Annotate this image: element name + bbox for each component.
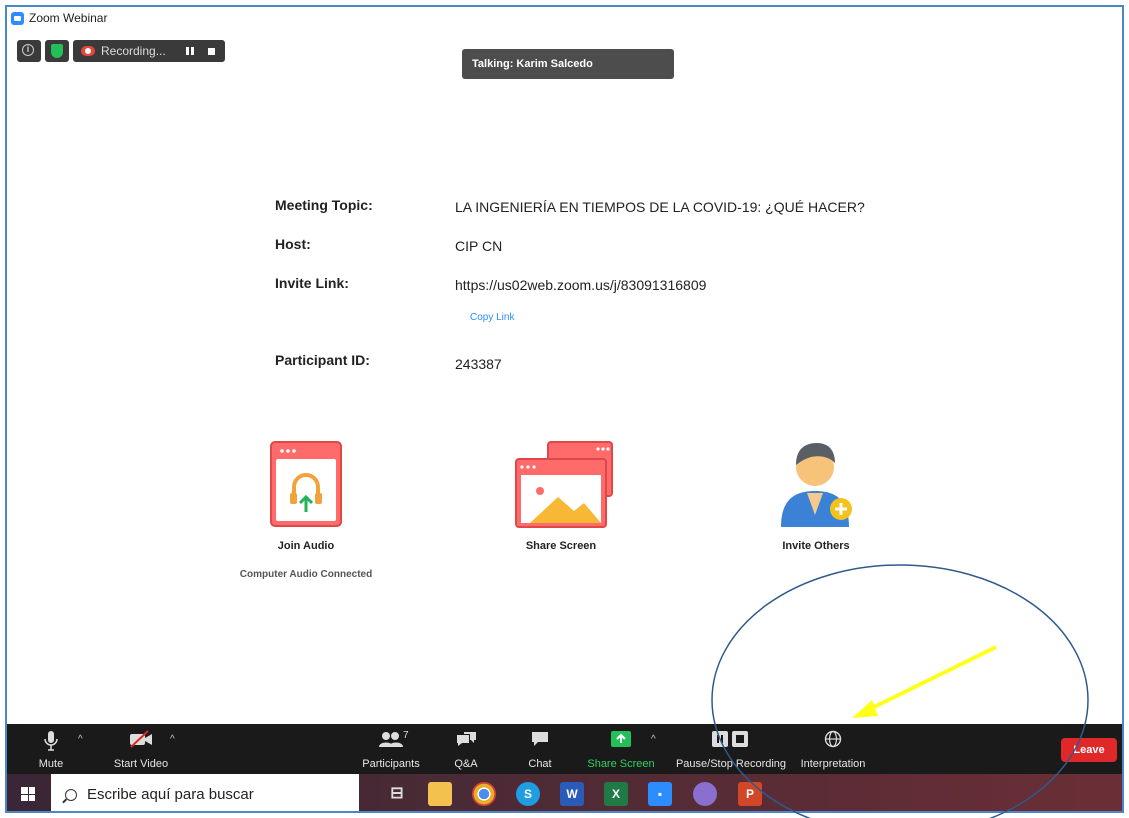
share-screen-label: Share Screen — [525, 540, 597, 552]
cloud-recording-icon — [81, 46, 95, 56]
participant-id-value: 243387 — [455, 356, 502, 372]
meeting-topic-label: Meeting Topic: — [275, 197, 373, 213]
video-options-caret-icon[interactable]: ^ — [170, 734, 175, 745]
video-off-icon — [130, 730, 152, 748]
chat-button[interactable]: Chat — [515, 724, 565, 774]
pause-stop-recording-label: Pause/Stop Recording — [675, 758, 787, 770]
pause-recording-icon[interactable] — [186, 47, 194, 55]
participants-label: Participants — [362, 758, 420, 770]
qa-label: Q&A — [454, 758, 478, 770]
window-title: Zoom Webinar — [29, 11, 108, 25]
snipping-tool-icon[interactable] — [693, 782, 717, 806]
host-label: Host: — [275, 236, 311, 252]
qa-icon — [457, 732, 476, 746]
share-screen-action[interactable] — [514, 441, 614, 529]
excel-icon[interactable]: X — [604, 782, 628, 806]
chat-label: Chat — [528, 758, 552, 770]
pause-stop-recording-icon — [712, 731, 748, 747]
file-explorer-icon[interactable] — [428, 782, 452, 806]
invite-others-label: Invite Others — [782, 540, 850, 552]
invite-others-button[interactable] — [775, 437, 861, 529]
zoom-window: Zoom Webinar i Recording... Talking: Kar… — [5, 5, 1124, 813]
invite-link-value: https://us02web.zoom.us/j/83091316809 — [455, 277, 707, 293]
skype-icon[interactable]: S — [516, 782, 540, 806]
interpretation-button[interactable]: Interpretation — [795, 724, 871, 774]
globe-icon — [824, 730, 842, 748]
join-audio-icon — [270, 441, 342, 527]
microphone-icon — [44, 731, 58, 751]
start-button[interactable] — [7, 774, 51, 811]
participants-button[interactable]: 7 Participants — [353, 724, 429, 774]
search-icon — [65, 788, 77, 801]
mute-button[interactable]: Mute — [23, 724, 79, 774]
zoom-taskbar-icon[interactable]: ▪ — [648, 782, 672, 806]
qa-button[interactable]: Q&A — [441, 724, 491, 774]
chrome-icon[interactable] — [472, 782, 496, 806]
participants-icon — [379, 732, 403, 747]
search-placeholder: Escribe aquí para buscar — [87, 786, 254, 803]
chat-icon — [532, 732, 548, 746]
share-options-caret-icon[interactable]: ^ — [651, 734, 656, 745]
start-video-label: Start Video — [113, 758, 169, 770]
participant-id-label: Participant ID: — [275, 352, 370, 368]
word-icon[interactable]: W — [560, 782, 584, 806]
talking-indicator: Talking: Karim Salcedo — [462, 49, 674, 79]
participants-count: 7 — [403, 730, 409, 741]
stop-recording-icon[interactable] — [208, 47, 215, 55]
powerpoint-icon[interactable]: P — [738, 782, 762, 806]
leave-button[interactable]: Leave — [1061, 738, 1117, 762]
meeting-info-button[interactable]: i — [17, 40, 41, 62]
meeting-toolbar: Mute ^ Start Video ^ 7 Participants Q&A … — [7, 724, 1122, 774]
host-value: CIP CN — [455, 238, 503, 254]
copy-link[interactable]: Copy Link — [470, 312, 514, 323]
share-screen-arrow-icon — [611, 731, 631, 747]
taskbar-search-box[interactable]: Escribe aquí para buscar — [51, 774, 359, 811]
join-audio-label: Join Audio — [277, 540, 335, 552]
share-screen-toolbar-label: Share Screen — [587, 758, 655, 770]
share-screen-button[interactable]: Share Screen — [583, 724, 659, 774]
title-bar: Zoom Webinar — [7, 7, 1122, 29]
join-audio-button[interactable] — [270, 441, 342, 527]
invite-link-label: Invite Link: — [275, 275, 349, 291]
interpretation-label: Interpretation — [800, 758, 866, 770]
info-icon: i — [22, 44, 34, 56]
mute-label: Mute — [38, 758, 64, 770]
windows-logo-icon — [21, 787, 35, 801]
windows-taskbar: Escribe aquí para buscar ⊟ S W X ▪ P — [7, 774, 1122, 811]
security-shield-button[interactable] — [45, 40, 69, 62]
invite-others-icon — [781, 443, 852, 527]
recording-label: Recording... — [101, 44, 166, 58]
pause-stop-recording-button[interactable]: Pause/Stop Recording — [671, 724, 791, 774]
zoom-logo-icon — [11, 11, 24, 25]
task-view-icon[interactable]: ⊟ — [385, 782, 409, 806]
audio-status-label: Computer Audio Connected — [239, 569, 373, 580]
start-video-button[interactable]: Start Video — [99, 724, 183, 774]
recording-indicator: Recording... — [73, 40, 225, 62]
share-screen-icon — [515, 441, 613, 528]
shield-icon — [51, 44, 63, 58]
audio-options-caret-icon[interactable]: ^ — [78, 734, 83, 745]
meeting-topic-value: LA INGENIERÍA EN TIEMPOS DE LA COVID-19:… — [455, 199, 865, 215]
